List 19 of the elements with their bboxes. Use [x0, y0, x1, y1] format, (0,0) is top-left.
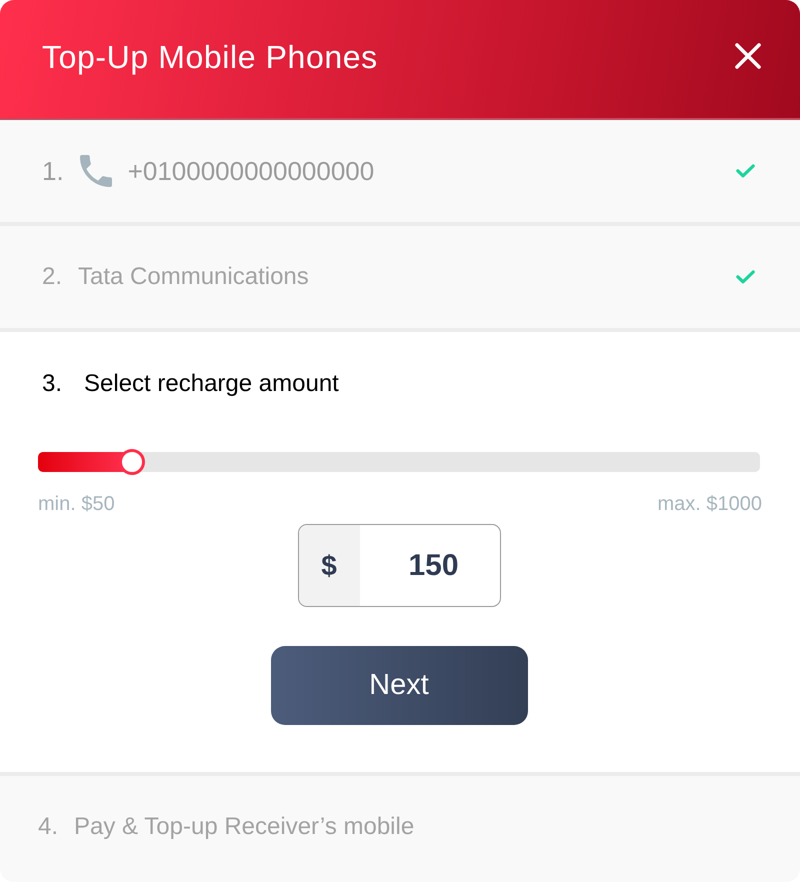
step-number: 2. — [42, 263, 62, 291]
step-label: Pay & Top-up Receiver’s mobile — [74, 813, 414, 841]
slider-thumb[interactable] — [118, 449, 145, 475]
step-number: 3. — [42, 370, 62, 398]
amount-value: 150 — [407, 548, 460, 584]
step-number: 1. — [42, 156, 64, 186]
amount-field[interactable]: $ 150 — [298, 524, 500, 607]
step-label: +0100000000000000 — [128, 156, 374, 186]
step-label: Tata Communications — [78, 263, 309, 291]
slider-track[interactable] — [38, 452, 760, 472]
step-title: Select recharge amount — [84, 370, 339, 398]
dialog-title: Top-Up Mobile Phones — [42, 38, 378, 77]
phone-icon — [80, 155, 112, 187]
currency-symbol: $ — [298, 525, 360, 606]
close-icon[interactable] — [735, 43, 761, 69]
min-amount-label: min. $50 — [38, 492, 115, 517]
next-button[interactable]: Next — [270, 646, 528, 725]
max-amount-label: max. $1000 — [657, 492, 762, 517]
step-number: 4. — [38, 813, 58, 841]
